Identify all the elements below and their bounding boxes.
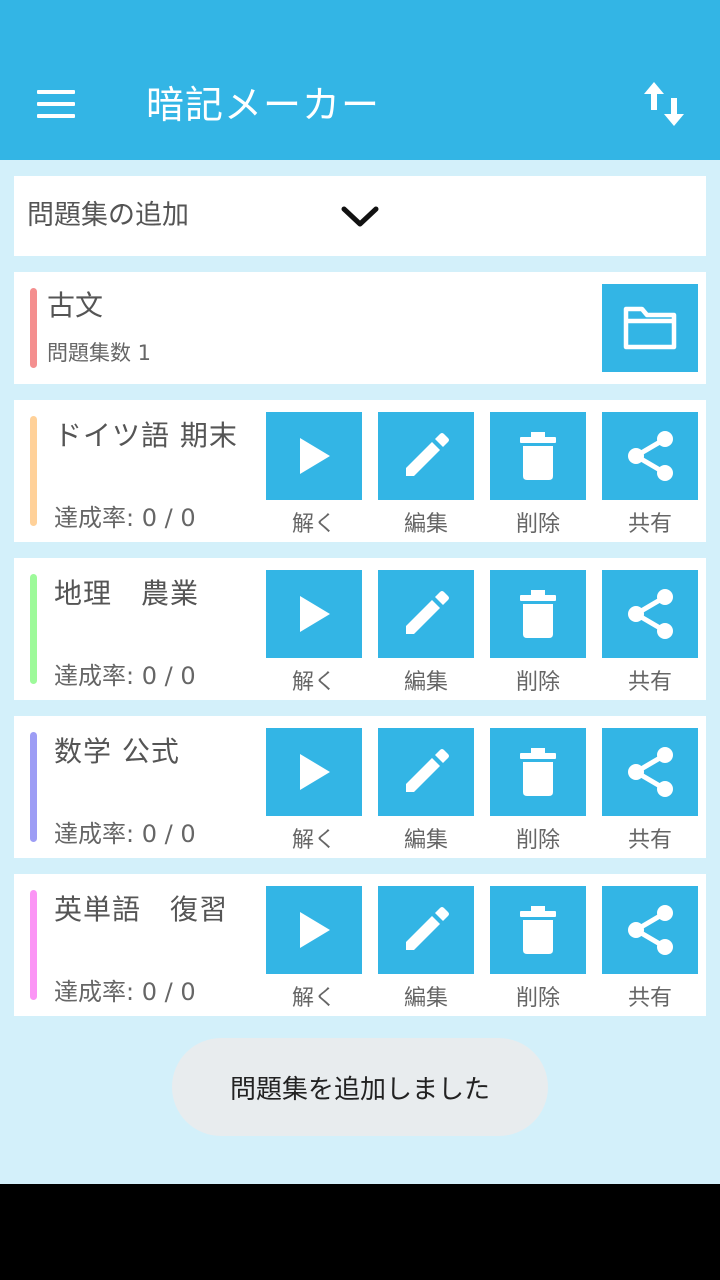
edit-label: 編集	[403, 512, 448, 537]
solve-button[interactable]	[266, 412, 362, 500]
folder-card[interactable]: 古文 問題集数 1	[14, 272, 706, 384]
delete-button[interactable]	[490, 412, 586, 500]
set-color-bar	[30, 732, 37, 842]
share-icon	[628, 747, 673, 797]
pencil-icon	[406, 591, 449, 634]
solve-label: 解く	[291, 512, 336, 537]
pencil-icon	[406, 749, 449, 792]
set-color-bar	[30, 416, 37, 526]
share-label: 共有	[627, 986, 672, 1011]
edit-label: 編集	[403, 986, 448, 1011]
delete-label: 削除	[515, 986, 560, 1011]
set-color-bar	[30, 574, 37, 684]
chevron-down-icon	[341, 206, 379, 227]
edit-button[interactable]	[378, 886, 474, 974]
play-icon	[300, 754, 330, 790]
set-card: 英単語 復習 達成率: 0 / 0 解く 編集 削除 共有	[14, 874, 706, 1016]
solve-button[interactable]	[266, 570, 362, 658]
edit-label: 編集	[403, 828, 448, 853]
trash-icon	[520, 590, 556, 638]
folder-count: 問題集数 1	[47, 341, 152, 365]
set-name: 地理 農業	[54, 577, 200, 610]
play-icon	[300, 438, 330, 474]
delete-button[interactable]	[490, 570, 586, 658]
folder-icon	[623, 306, 677, 350]
delete-label: 削除	[515, 512, 560, 537]
share-icon	[628, 431, 673, 481]
share-label: 共有	[627, 828, 672, 853]
edit-button[interactable]	[378, 570, 474, 658]
share-button[interactable]	[602, 886, 698, 974]
set-name: ドイツ語 期末	[54, 419, 238, 452]
dropdown-label: 問題集の追加	[27, 200, 189, 231]
solve-button[interactable]	[266, 728, 362, 816]
delete-label: 削除	[515, 670, 560, 695]
share-icon	[628, 905, 673, 955]
set-achievement-rate: 達成率: 0 / 0	[54, 504, 196, 532]
trash-icon	[520, 906, 556, 954]
folder-color-bar	[30, 288, 37, 368]
set-color-bar	[30, 890, 37, 1000]
edit-label: 編集	[403, 670, 448, 695]
hamburger-menu-icon[interactable]	[22, 82, 90, 126]
share-button[interactable]	[602, 412, 698, 500]
open-folder-button[interactable]	[602, 284, 698, 372]
set-achievement-rate: 達成率: 0 / 0	[54, 978, 196, 1006]
solve-button[interactable]	[266, 886, 362, 974]
play-icon	[300, 596, 330, 632]
share-label: 共有	[627, 512, 672, 537]
solve-label: 解く	[291, 670, 336, 695]
set-name: 数学 公式	[54, 735, 180, 768]
edit-button[interactable]	[378, 728, 474, 816]
set-card: 地理 農業 達成率: 0 / 0 解く 編集 削除 共有	[14, 558, 706, 700]
trash-icon	[520, 432, 556, 480]
share-icon	[628, 589, 673, 639]
share-label: 共有	[627, 670, 672, 695]
pencil-icon	[406, 433, 449, 476]
app-screen: 暗記メーカー 問題集の追加 古文 問題集数 1 ドイツ語 期末 達成率: 0 /…	[0, 0, 720, 1184]
share-button[interactable]	[602, 570, 698, 658]
folder-name: 古文	[47, 289, 104, 322]
solve-label: 解く	[291, 828, 336, 853]
edit-button[interactable]	[378, 412, 474, 500]
set-achievement-rate: 達成率: 0 / 0	[54, 662, 196, 690]
system-navigation-bar	[0, 1184, 720, 1280]
play-icon	[300, 912, 330, 948]
delete-label: 削除	[515, 828, 560, 853]
sort-arrows-icon[interactable]	[636, 72, 692, 136]
add-set-dropdown[interactable]: 問題集の追加	[14, 176, 706, 256]
pencil-icon	[406, 907, 449, 950]
set-name: 英単語 復習	[54, 893, 229, 926]
delete-button[interactable]	[490, 728, 586, 816]
set-card: ドイツ語 期末 達成率: 0 / 0 解く 編集 削除 共有	[14, 400, 706, 542]
set-achievement-rate: 達成率: 0 / 0	[54, 820, 196, 848]
app-title: 暗記メーカー	[146, 83, 381, 127]
delete-button[interactable]	[490, 886, 586, 974]
set-card: 数学 公式 達成率: 0 / 0 解く 編集 削除 共有	[14, 716, 706, 858]
trash-icon	[520, 748, 556, 796]
app-bar: 暗記メーカー	[0, 0, 720, 160]
solve-label: 解く	[291, 986, 336, 1011]
share-button[interactable]	[602, 728, 698, 816]
toast-message: 問題集を追加しました	[172, 1038, 548, 1136]
